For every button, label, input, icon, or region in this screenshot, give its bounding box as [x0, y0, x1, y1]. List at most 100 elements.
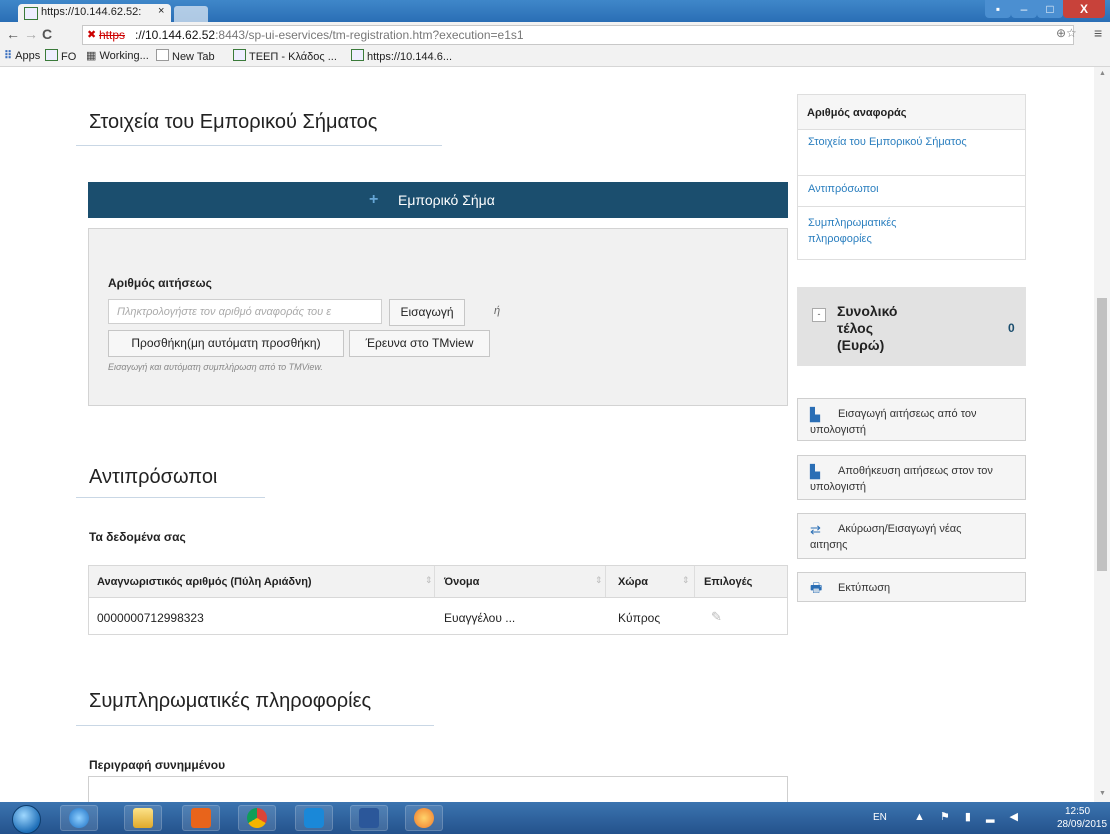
edit-pencil-icon[interactable]: ✎: [711, 609, 722, 625]
forward-arrow-icon[interactable]: →: [24, 26, 38, 42]
ie-icon: [69, 808, 89, 828]
insert-button[interactable]: Εισαγωγή: [389, 299, 465, 326]
system-tray-icons[interactable]: ▲ ⚑ ▮ ▂ ◀: [914, 810, 1024, 823]
attachment-description-label: Περιγραφή συνημμένου: [89, 758, 226, 772]
bookmark-apps[interactable]: ⠿ Apps: [4, 49, 40, 62]
manual-add-button[interactable]: Προσθήκη(μη αυτόματη προσθήκη): [108, 330, 344, 357]
import-application-button[interactable]: ▙ Εισαγωγή αιτήσεως από τον υπολογιστή: [797, 398, 1026, 441]
page-favicon-icon: [24, 7, 38, 20]
column-divider: [694, 566, 695, 597]
column-divider: [605, 566, 606, 597]
reload-icon[interactable]: C: [42, 26, 52, 42]
supplementary-section-title: Συμπληρωματικές πληροφορίες: [89, 690, 372, 712]
taskbar-word[interactable]: [350, 805, 388, 831]
scroll-up-arrow-icon[interactable]: ▲: [1099, 70, 1106, 77]
column-header-name[interactable]: Όνομα: [444, 576, 479, 588]
trademark-add-bar[interactable]: + Εμπορικό Σήμα: [88, 182, 788, 218]
save-application-label: Αποθήκευση αιτήσεως στον τον υπολογιστή: [810, 465, 993, 493]
tmview-hint-text: Εισαγωγή και αυτόματη συμπλήρωση από το …: [108, 362, 323, 372]
tab-title: https://10.144.62.52:: [41, 6, 142, 18]
language-indicator[interactable]: EN: [873, 812, 887, 823]
taskbar-chrome[interactable]: [238, 805, 276, 831]
section-nav-link-trademark[interactable]: Στοιχεία του Εμπορικού Σήματος: [808, 134, 1008, 150]
application-number-label: Αριθμός αιτήσεως: [108, 276, 212, 290]
bookmark-fo[interactable]: FO: [45, 49, 76, 63]
bookmark-star-icon[interactable]: ⊕☆: [1056, 26, 1077, 40]
taskbar-outlook[interactable]: [182, 805, 220, 831]
back-arrow-icon[interactable]: ←: [6, 26, 20, 42]
window-minimize-button[interactable]: –: [1011, 0, 1037, 18]
print-button[interactable]: 🖶 Εκτύπωση: [797, 572, 1026, 602]
url-scheme: https: [99, 28, 126, 42]
windows-logo-icon: [12, 805, 41, 834]
plus-icon: +: [369, 191, 379, 208]
window-close-button[interactable]: X: [1063, 0, 1105, 18]
column-divider: [434, 566, 435, 597]
printer-icon: 🖶: [810, 580, 823, 595]
column-header-options: Επιλογές: [704, 576, 753, 588]
reference-number-label: Αριθμός αναφοράς: [807, 107, 907, 119]
tmview-search-button[interactable]: Έρευνα στο TMview: [349, 330, 490, 357]
bookmark-working[interactable]: ▦ Working...: [86, 49, 149, 62]
start-button[interactable]: [4, 802, 50, 834]
bookmark-https[interactable]: https://10.144.6...: [351, 49, 452, 63]
application-number-input[interactable]: [108, 299, 382, 324]
browser-tab[interactable]: https://10.144.62.52: ×: [18, 4, 171, 22]
address-bar[interactable]: ✖ https ://10.144.62.52:8443/sp-ui-eserv…: [82, 25, 1074, 45]
tab-close-icon[interactable]: ×: [158, 5, 164, 17]
window-restore-button[interactable]: ▪: [985, 0, 1011, 18]
url-text: ://10.144.62.52:8443/sp-ui-eservices/tm-…: [135, 28, 524, 42]
page-icon: [45, 49, 58, 61]
page-icon: [233, 49, 246, 61]
or-text: ή: [494, 305, 501, 317]
sort-icon[interactable]: ⇕: [595, 575, 603, 586]
scroll-down-arrow-icon[interactable]: ▼: [1099, 790, 1106, 797]
bookmarks-bar: ⠿ Apps FO ▦ Working... New Tab ΤΕΕΠ - Κλ…: [0, 46, 1110, 67]
grid-icon: ▦: [86, 50, 100, 62]
bookmark-teep[interactable]: ΤΕΕΠ - Κλάδος ...: [233, 49, 337, 63]
taskbar-internet-explorer[interactable]: [60, 805, 98, 831]
total-fee-label: Συνολικό τέλος (Ευρώ): [837, 303, 898, 353]
browser-toolbar: ← → C ✖ https ://10.144.62.52:8443/sp-ui…: [0, 22, 1110, 46]
column-header-id[interactable]: Αναγνωριστικός αριθμός (Πύλη Αριάδνη): [97, 576, 312, 588]
cancel-new-application-button[interactable]: ⇄ Ακύρωση/Εισαγωγή νέας αιτησης: [797, 513, 1026, 559]
table-cell-id: 0000000712998323: [97, 611, 204, 625]
import-application-label: Εισαγωγή αιτήσεως από τον υπολογιστή: [810, 408, 977, 436]
sort-icon[interactable]: ⇕: [682, 575, 690, 586]
window-maximize-button[interactable]: □: [1037, 0, 1063, 18]
page-icon: [156, 49, 169, 61]
nav-divider: [797, 206, 1026, 207]
lync-icon: [304, 808, 324, 828]
taskbar-paint[interactable]: [405, 805, 443, 831]
clock-time[interactable]: 12:50: [1065, 806, 1090, 817]
scrollbar-thumb[interactable]: [1097, 298, 1107, 571]
collapse-toggle-icon[interactable]: -: [812, 308, 826, 322]
taskbar-lync[interactable]: [295, 805, 333, 831]
column-header-country[interactable]: Χώρα: [618, 576, 648, 588]
outlook-icon: [191, 808, 211, 828]
cancel-new-application-label: Ακύρωση/Εισαγωγή νέας αιτησης: [810, 523, 962, 551]
bookmark-new-tab[interactable]: New Tab: [156, 49, 215, 63]
browser-menu-icon[interactable]: ≡: [1094, 25, 1102, 41]
trademark-bar-label: Εμπορικό Σήμα: [398, 192, 495, 208]
table-cell-country: Κύπρος: [618, 611, 661, 625]
clock-date[interactable]: 28/09/2015: [1057, 819, 1107, 830]
new-tab-button[interactable]: [174, 6, 208, 22]
section-nav-link-representatives[interactable]: Αντιπρόσωποι: [808, 181, 1008, 197]
section-underline: [76, 725, 434, 726]
chrome-icon: [247, 808, 267, 828]
print-label: Εκτύπωση: [838, 582, 891, 594]
page-icon: [351, 49, 364, 61]
nav-divider: [797, 175, 1026, 176]
insecure-lock-icon: ✖: [87, 29, 97, 41]
section-nav-header: Αριθμός αναφοράς: [797, 94, 1026, 130]
taskbar-file-explorer[interactable]: [124, 805, 162, 831]
save-application-button[interactable]: ▙ Αποθήκευση αιτήσεως στον τον υπολογιστ…: [797, 455, 1026, 500]
url-path: :8443/sp-ui-eservices/tm-registration.ht…: [215, 28, 524, 42]
section-nav-link-supplementary[interactable]: Συμπληρωματικές πληροφορίες: [808, 215, 938, 247]
representatives-section-title: Αντιπρόσωποι: [89, 466, 218, 488]
sort-icon[interactable]: ⇕: [425, 575, 433, 586]
section-underline: [76, 497, 265, 498]
paint-icon: [414, 808, 434, 828]
url-host: ://10.144.62.52: [135, 28, 216, 42]
